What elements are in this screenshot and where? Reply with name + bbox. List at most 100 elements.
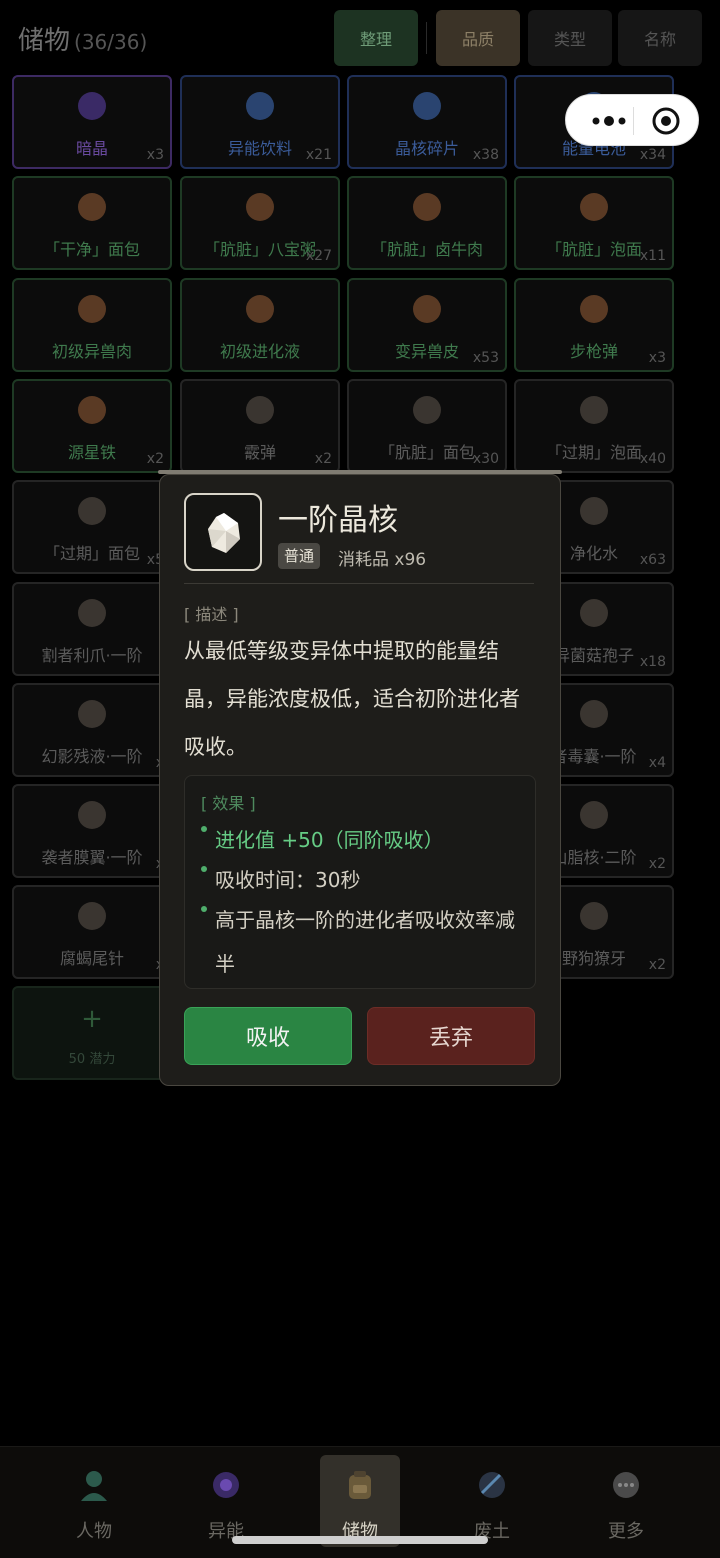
nav-label: 更多	[608, 1521, 644, 1542]
item-icon	[580, 294, 608, 323]
item-icon	[580, 193, 608, 222]
inventory-slot[interactable]: 初级异兽肉	[12, 277, 172, 372]
item-icon-frame	[184, 493, 262, 571]
item-quantity: x53	[472, 349, 499, 366]
storage-count: (36/36)	[74, 30, 148, 54]
inventory-slot[interactable]: 腐蝎尾针x	[12, 885, 172, 980]
inventory-slot[interactable]: 「肮脏」卤牛肉	[347, 176, 507, 271]
ability-orb-icon	[213, 1472, 239, 1498]
item-name: 初级异兽肉	[51, 341, 132, 361]
item-quantity: x27	[305, 248, 332, 265]
more-icon	[613, 1472, 639, 1498]
inventory-slot[interactable]: 源星铁 x2	[12, 378, 172, 473]
close-target-icon[interactable]	[650, 105, 682, 137]
bullet-icon	[201, 906, 207, 912]
item-icon	[580, 801, 608, 830]
filter-quality-button[interactable]: 品质	[436, 10, 520, 66]
item-icon	[413, 395, 441, 424]
plus-icon: +	[81, 1004, 103, 1034]
inventory-slot[interactable]: 「肮脏」面包 x30	[347, 378, 507, 473]
nav-item-ability[interactable]: 异能	[186, 1447, 266, 1547]
item-icon	[580, 395, 608, 424]
expand-slot-label: 50 潜力	[68, 1052, 116, 1067]
drop-button[interactable]: 丢弃	[367, 1007, 535, 1065]
inventory-slot[interactable]: 「肮脏」泡面 x11	[514, 176, 674, 271]
nav-item-storage[interactable]: 储物	[320, 1455, 400, 1547]
character-icon	[81, 1471, 107, 1501]
filter-type-button[interactable]: 类型	[528, 10, 612, 66]
inventory-slot[interactable]: 幻影残液·一阶x	[12, 682, 172, 777]
item-quantity: x38	[472, 147, 499, 163]
filter-name-button[interactable]: 名称	[618, 10, 702, 66]
item-name: 腐蝎尾针	[59, 949, 124, 969]
effects-panel: [ 效果 ] 进化值 +50（同阶吸收） 吸收时间：30秒 高于晶核一阶的进化者…	[184, 775, 536, 989]
inventory-slot[interactable]: 霰弹 x2	[180, 378, 340, 473]
nav-item-character[interactable]: 人物	[54, 1447, 134, 1547]
inventory-slot[interactable]: 初级进化液	[180, 277, 340, 372]
inventory-slot[interactable]: 割者利爪·一阶	[12, 581, 172, 676]
rarity-badge: 普通	[278, 543, 321, 569]
item-icon	[78, 395, 106, 424]
home-indicator	[232, 1536, 488, 1544]
page-title: 储物 (36/36)	[18, 20, 147, 57]
nav-item-more[interactable]: 更多	[586, 1447, 666, 1547]
item-quantity: x34	[639, 147, 666, 163]
wasteland-icon	[479, 1472, 505, 1498]
item-icon	[246, 395, 274, 424]
inventory-slot[interactable]: 「干净」面包	[12, 176, 172, 271]
modal-divider	[184, 583, 534, 584]
absorb-button[interactable]: 吸收	[184, 1007, 352, 1065]
sort-button[interactable]: 整理	[334, 10, 418, 66]
inventory-slot[interactable]: 变异兽皮 x53	[347, 277, 507, 372]
effect-item: 吸收时间：30秒	[201, 858, 515, 902]
inventory-slot[interactable]: 异能饮料 x21	[180, 75, 340, 169]
item-quantity: x21	[305, 147, 332, 163]
item-quantity: x30	[472, 450, 499, 467]
item-name: 「肮脏」卤牛肉	[370, 240, 483, 260]
inventory-slot[interactable]: 「过期」泡面 x40	[514, 378, 674, 473]
category-text: 消耗品	[338, 550, 389, 570]
item-icon	[580, 598, 608, 627]
item-icon	[413, 294, 441, 323]
inventory-slot[interactable]: 暗晶 x3	[12, 75, 172, 169]
inventory-slot[interactable]: 晶核碎片 x38	[347, 75, 507, 169]
item-description: 从最低等级变异体中提取的能量结晶，异能浓度极低，适合初阶进化者吸收。	[184, 639, 520, 759]
item-quantity: x2	[648, 856, 666, 873]
bullet-icon	[201, 826, 207, 832]
item-icon	[78, 92, 106, 120]
item-name: 割者利爪·一阶	[41, 645, 143, 665]
bullet-icon	[201, 866, 207, 872]
expand-slot-button[interactable]: + 50 潜力	[12, 986, 172, 1080]
item-quantity: x3	[648, 349, 666, 366]
item-quantity: x2	[648, 957, 666, 974]
item-quantity: x18	[639, 653, 666, 670]
item-name: 幻影残液·一阶	[41, 746, 143, 766]
effect-text: 高于晶核一阶的进化者吸收效率减半	[215, 908, 515, 976]
effect-item: 进化值 +50（同阶吸收）	[201, 818, 515, 862]
more-dots-icon[interactable]	[584, 105, 634, 137]
item-quantity: x40	[639, 450, 666, 467]
effect-text: 吸收时间：30秒	[215, 868, 361, 892]
item-icon	[78, 193, 106, 222]
storage-header: 储物 (36/36) 整理 品质 类型 名称	[0, 0, 720, 76]
inventory-slot[interactable]: 「肮脏」八宝粥 x27	[180, 176, 340, 271]
inventory-slot[interactable]: 袭者膜翼·一阶x	[12, 784, 172, 879]
inventory-slot[interactable]: 步枪弹 x3	[514, 277, 674, 372]
nav-item-wasteland[interactable]: 废土	[452, 1447, 532, 1547]
item-icon	[580, 902, 608, 931]
description-label: [ 描述 ]	[184, 605, 239, 624]
item-quantity: x2	[146, 450, 164, 467]
item-quantity: x4	[648, 754, 666, 771]
item-icon	[580, 699, 608, 728]
backpack-icon	[349, 1471, 371, 1499]
item-icon	[78, 497, 106, 526]
inventory-slot[interactable]: 「过期」面包 x5	[12, 480, 172, 575]
title-text: 储物	[18, 26, 71, 56]
miniprogram-capsule	[565, 94, 699, 146]
effect-text: 进化值 +50（同阶吸收）	[215, 828, 444, 852]
item-icon	[78, 902, 106, 931]
item-icon	[78, 598, 106, 627]
item-quantity: x11	[639, 248, 666, 265]
item-name: 「干净」面包	[43, 240, 140, 260]
effect-item: 高于晶核一阶的进化者吸收效率减半	[201, 898, 515, 986]
